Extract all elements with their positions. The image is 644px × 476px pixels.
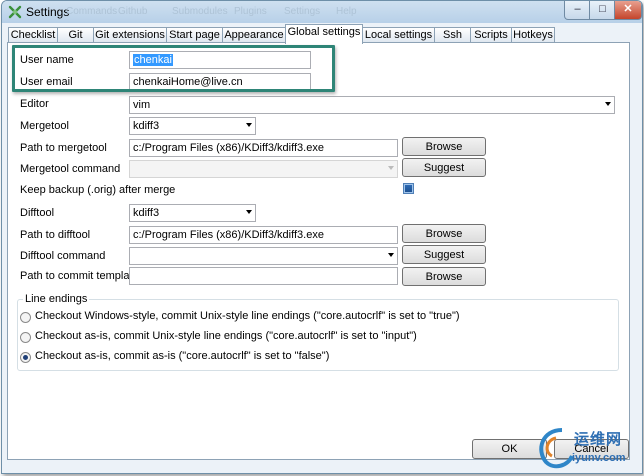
editor-label: Editor xyxy=(20,98,49,110)
ghost-menu-item: Github xyxy=(118,6,148,17)
tab-git[interactable]: Git xyxy=(57,27,94,43)
path-mergetool-input[interactable]: c:/Program Files (x86)/KDiff3/kdiff3.exe xyxy=(129,139,398,157)
difftool-command-combo[interactable] xyxy=(129,247,398,265)
line-endings-option-label: Checkout Windows-style, commit Unix-styl… xyxy=(35,310,460,322)
tab-global-settings[interactable]: Global settings xyxy=(285,24,363,44)
chevron-down-icon xyxy=(388,166,394,170)
watermark-cn: 运维网 xyxy=(574,431,623,448)
global-settings-panel: User name chenkai User email chenkaiHome… xyxy=(7,42,630,460)
browse-difftool-button[interactable]: Browse xyxy=(402,224,486,243)
difftool-value: kdiff3 xyxy=(133,207,160,219)
path-difftool-label: Path to difftool xyxy=(20,229,91,241)
suggest-difftool-button[interactable]: Suggest xyxy=(402,245,486,264)
ghost-menu-item: Help xyxy=(336,6,357,17)
difftool-command-label: Difftool command xyxy=(20,250,106,262)
tab-hotkeys[interactable]: Hotkeys xyxy=(511,27,555,43)
chevron-down-icon xyxy=(605,102,611,106)
tab-scripts[interactable]: Scripts xyxy=(470,27,512,43)
ghost-menu-item: Plugins xyxy=(234,6,267,17)
ghost-menu-item: Commands xyxy=(66,6,118,17)
mergetool-label: Mergetool xyxy=(20,120,69,132)
difftool-label: Difftool xyxy=(20,207,55,219)
mergetool-command-combo[interactable] xyxy=(129,160,398,178)
line-endings-radio-false[interactable] xyxy=(20,352,31,363)
line-endings-option-label: Checkout as-is, commit Unix-style line e… xyxy=(35,330,417,342)
mergetool-combo[interactable]: kdiff3 xyxy=(129,117,256,135)
browse-mergetool-button[interactable]: Browse xyxy=(402,137,486,156)
mergetool-value: kdiff3 xyxy=(133,120,160,132)
path-mergetool-label: Path to mergetool xyxy=(20,142,107,154)
tab-checklist[interactable]: Checklist xyxy=(8,27,58,43)
watermark-swirl-icon xyxy=(539,428,574,469)
keep-backup-label: Keep backup (.orig) after merge xyxy=(20,184,176,196)
user-fields-highlight xyxy=(12,45,335,92)
watermark-logo: 运维网 iyunv.com xyxy=(532,424,640,472)
chevron-down-icon xyxy=(246,123,252,127)
title-bar: Settings Commands Github Submodules Plug… xyxy=(2,1,642,23)
tab-local-settings[interactable]: Local settings xyxy=(362,27,435,43)
line-endings-radio-input[interactable] xyxy=(20,332,31,343)
tab-ssh[interactable]: Ssh xyxy=(434,27,471,43)
browse-commit-template-button[interactable]: Browse xyxy=(402,267,486,286)
path-difftool-input[interactable]: c:/Program Files (x86)/KDiff3/kdiff3.exe xyxy=(129,226,398,244)
editor-combo[interactable]: vim xyxy=(129,96,615,114)
difftool-combo[interactable]: kdiff3 xyxy=(129,204,256,222)
window-title: Settings xyxy=(26,5,70,19)
tab-start-page[interactable]: Start page xyxy=(166,27,223,43)
app-icon xyxy=(8,5,22,19)
line-endings-title: Line endings xyxy=(23,293,90,305)
editor-value: vim xyxy=(133,99,151,111)
path-commit-template-input[interactable] xyxy=(129,267,398,285)
watermark-en: iyunv.com xyxy=(572,452,626,464)
chevron-down-icon xyxy=(246,210,252,214)
mergetool-command-label: Mergetool command xyxy=(20,163,121,175)
tab-appearance[interactable]: Appearance xyxy=(222,27,286,43)
maximize-button[interactable]: □ xyxy=(589,1,616,20)
tab-git-extensions[interactable]: Git extensions xyxy=(93,27,167,43)
ghost-menu-item: Submodules xyxy=(172,6,228,17)
chevron-down-icon xyxy=(388,253,394,257)
suggest-mergetool-button[interactable]: Suggest xyxy=(402,158,486,177)
path-commit-template-label: Path to commit template xyxy=(20,270,139,282)
line-endings-radio-true[interactable] xyxy=(20,312,31,323)
minimize-button[interactable]: – xyxy=(564,1,591,20)
ghost-menu-item: Settings xyxy=(284,6,321,17)
close-button[interactable]: ✕ xyxy=(614,1,642,20)
keep-backup-checkbox[interactable] xyxy=(403,183,414,194)
line-endings-option-label: Checkout as-is, commit as-is ("core.auto… xyxy=(35,350,330,362)
